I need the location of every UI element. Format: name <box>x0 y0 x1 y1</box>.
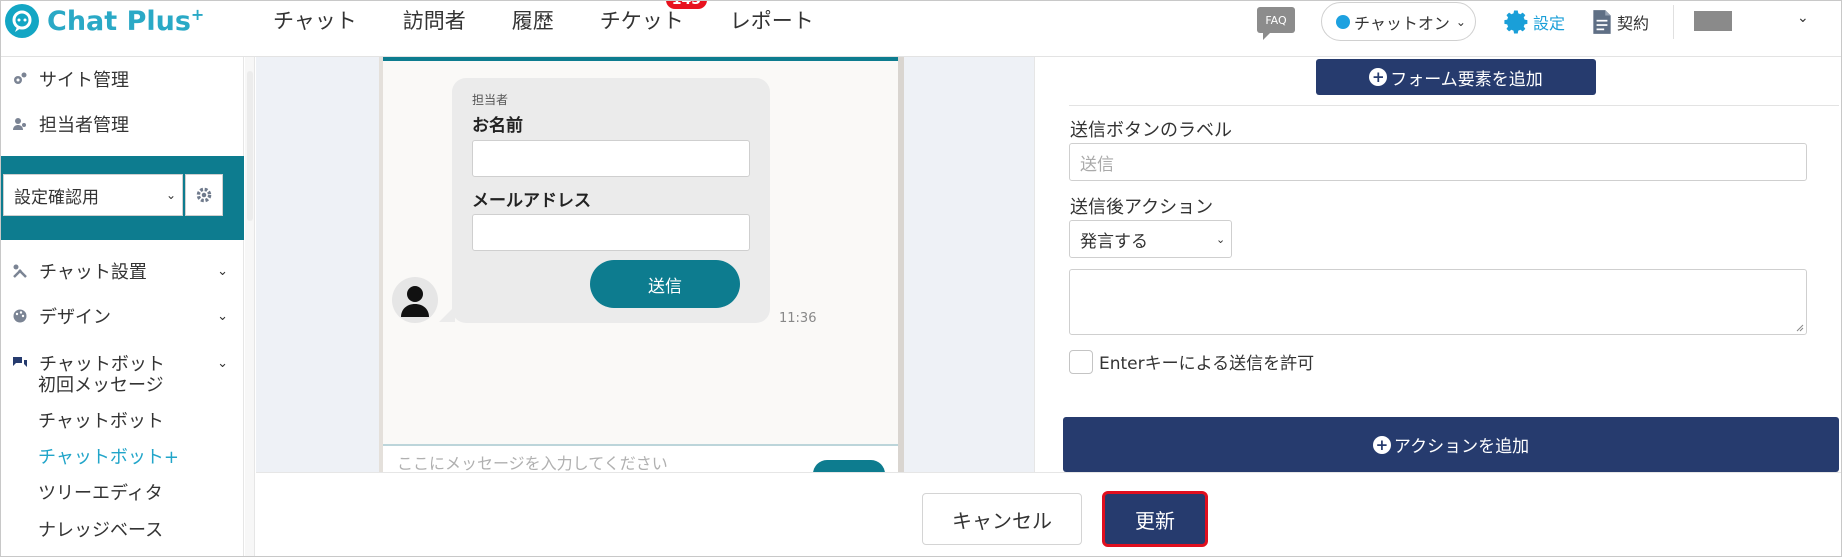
checkbox-label: Enterキーによる送信を許可 <box>1099 354 1315 374</box>
sidebar-scrollbar[interactable] <box>245 57 255 556</box>
plus-icon: + <box>1372 435 1391 454</box>
name-label: お名前 <box>472 116 523 136</box>
action-message-textarea[interactable] <box>1069 269 1807 335</box>
app-window: Chat Plus+ チャット 訪問者 履歴 チケット 145 レポート FAQ … <box>0 0 1842 557</box>
sidebar-item-label: サイト管理 <box>39 70 129 91</box>
update-button[interactable]: 更新 <box>1102 491 1208 547</box>
settings-label: 設定 <box>1533 14 1566 33</box>
footer-bar: キャンセル 更新 <box>256 472 1841 556</box>
site-select-value: 設定確認用 <box>14 187 99 208</box>
scroll-thumb[interactable] <box>247 71 253 221</box>
chevron-down-icon: ⌄ <box>217 355 228 371</box>
ticket-count-badge: 145 <box>665 1 708 9</box>
cancel-button[interactable]: キャンセル <box>922 493 1082 545</box>
sidebar-item-site-admin[interactable]: サイト管理 <box>1 61 244 97</box>
nav-visitors[interactable]: 訪問者 <box>403 5 466 35</box>
sidebar-item-label: デザイン <box>39 307 111 328</box>
resize-grip-icon[interactable] <box>1794 322 1804 332</box>
header-divider <box>1673 5 1674 39</box>
composer-placeholder: ここにメッセージを入力してください <box>397 454 668 473</box>
preview-area: 担当者 お名前 メールアドレス 送信 11:36 ここにメッセージを入力してくだ… <box>256 57 1034 488</box>
after-action-select[interactable]: 発言する ⌄ <box>1069 220 1232 258</box>
add-form-element-button[interactable]: + フォーム要素を追加 <box>1316 59 1596 95</box>
logo-text: Chat Plus+ <box>47 5 205 37</box>
sidebar-item-chat-setup[interactable]: チャット設置 ⌄ <box>1 253 244 289</box>
chevron-down-icon[interactable]: ⌄ <box>1797 10 1809 26</box>
users-icon <box>1 116 39 132</box>
app-logo[interactable]: Chat Plus+ <box>5 3 204 39</box>
bubble-tail <box>439 306 455 322</box>
sender-name: 担当者 <box>472 93 509 107</box>
submit-label-title: 送信ボタンのラベル <box>1070 120 1232 141</box>
sidebar: サイト管理 担当者管理 設定確認用 ⌄ チャット設置 ⌄ デザイン ⌄ チャット… <box>1 57 244 556</box>
sidebar-sub-chatbot-plus[interactable]: チャットボット+ <box>38 443 179 469</box>
faq-icon[interactable]: FAQ <box>1257 7 1295 40</box>
contract-link[interactable]: 契約 <box>1591 9 1649 35</box>
email-input[interactable] <box>472 214 750 251</box>
input-placeholder: 送信 <box>1080 154 1114 175</box>
sidebar-item-agent-admin[interactable]: 担当者管理 <box>1 106 244 142</box>
sidebar-sub-first-message[interactable]: 初回メッセージ <box>38 371 164 397</box>
chevron-down-icon: ⌄ <box>217 308 228 324</box>
nav-chat[interactable]: チャット <box>273 5 357 35</box>
top-header: Chat Plus+ チャット 訪問者 履歴 チケット 145 レポート FAQ … <box>1 1 1841 57</box>
nav-report[interactable]: レポート <box>730 5 814 35</box>
sidebar-item-label: 担当者管理 <box>39 115 129 136</box>
chevron-down-icon: ⌄ <box>217 263 228 279</box>
submit-label-input[interactable]: 送信 <box>1069 143 1807 181</box>
chevron-down-icon: ⌄ <box>166 188 177 202</box>
form-message-bubble: 担当者 お名前 メールアドレス 送信 <box>452 78 770 323</box>
message-time: 11:36 <box>779 311 817 326</box>
chevron-down-icon: ⌄ <box>1455 14 1466 29</box>
gear-icon <box>196 187 212 203</box>
gears-icon <box>1 71 39 87</box>
form-settings-panel: + フォーム要素を追加 送信ボタンのラベル 送信 送信後アクション 発言する ⌄… <box>1034 57 1841 472</box>
button-label: アクションを追加 <box>1393 437 1530 457</box>
sidebar-sub-knowledge-base[interactable]: ナレッジベース <box>38 516 163 542</box>
main-nav: チャット 訪問者 履歴 チケット 145 レポート <box>273 1 860 39</box>
status-dot-icon <box>1336 14 1350 29</box>
palette-icon <box>1 308 39 324</box>
user-avatar[interactable] <box>1694 11 1732 31</box>
after-action-title: 送信後アクション <box>1070 197 1214 218</box>
sidebar-sub-chatbot[interactable]: チャットボット <box>38 407 164 433</box>
enter-send-checkbox[interactable] <box>1069 349 1093 374</box>
sidebar-item-design[interactable]: デザイン ⌄ <box>1 298 244 334</box>
email-label: メールアドレス <box>472 191 591 211</box>
document-icon <box>1593 10 1611 34</box>
site-selector-panel: 設定確認用 ⌄ <box>1 156 244 240</box>
preview-top-bar <box>383 57 898 61</box>
add-action-button[interactable]: + アクションを追加 <box>1063 417 1839 472</box>
sidebar-item-label: チャット設置 <box>39 262 147 283</box>
chevron-down-icon: ⌄ <box>1216 232 1226 246</box>
message-composer[interactable]: ここにメッセージを入力してください <box>383 444 898 488</box>
operator-avatar-icon <box>392 277 438 323</box>
enter-send-checkbox-row[interactable]: Enterキーによる送信を許可 <box>1069 349 1314 374</box>
chat-status-dropdown[interactable]: チャットオン ⌄ <box>1321 2 1476 41</box>
nav-ticket[interactable]: チケット 145 <box>600 1 708 35</box>
chat-preview-window: 担当者 お名前 メールアドレス 送信 11:36 ここにメッセージを入力してくだ… <box>379 57 904 488</box>
plus-icon: + <box>1369 68 1388 86</box>
site-select[interactable]: 設定確認用 ⌄ <box>3 174 183 216</box>
sidebar-sub-tree-editor[interactable]: ツリーエディタ <box>38 479 163 505</box>
settings-link[interactable]: 設定 <box>1503 9 1565 35</box>
name-input[interactable] <box>472 140 750 177</box>
select-value: 発言する <box>1080 231 1148 252</box>
logo-chat-icon <box>5 4 39 38</box>
button-label: フォーム要素を追加 <box>1390 69 1543 90</box>
tools-icon <box>1 263 39 279</box>
chat-bubbles-icon <box>1 355 39 371</box>
gear-icon <box>1504 10 1528 34</box>
site-settings-button[interactable] <box>185 174 223 216</box>
nav-history[interactable]: 履歴 <box>512 5 554 35</box>
preview-send-button[interactable]: 送信 <box>590 260 740 308</box>
divider <box>1069 105 1839 106</box>
contract-label: 契約 <box>1617 14 1650 33</box>
status-label: チャットオン <box>1354 13 1450 33</box>
